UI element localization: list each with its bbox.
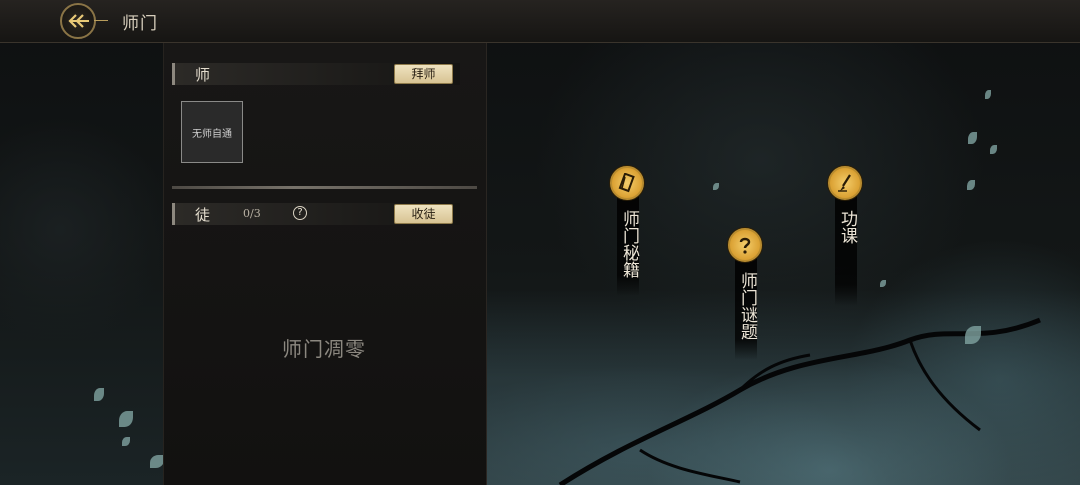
disciple-section-label: 徒 (195, 206, 211, 224)
top-bar: 师门 (0, 0, 1080, 43)
tree-branch-decoration (558, 317, 1041, 485)
page-title: 师门 (122, 14, 158, 34)
help-icon[interactable]: ? (293, 206, 307, 220)
sect-secrets-label: 师门秘籍 (619, 210, 639, 278)
back-button[interactable] (60, 3, 96, 39)
brush-icon (828, 166, 862, 200)
master-card[interactable]: 无师自通 (181, 101, 243, 163)
section-divider (172, 186, 477, 189)
title-accent-line (94, 20, 108, 21)
sect-riddles-label: 师门谜题 (737, 272, 757, 340)
empty-disciples-text: 师门凋零 (282, 337, 366, 361)
homework-label: 功课 (837, 210, 857, 244)
sect-riddles-entry[interactable]: 师门谜题 (724, 228, 768, 360)
master-section-label: 师 (195, 66, 211, 84)
master-card-text: 无师自通 (192, 128, 232, 140)
take-disciple-button[interactable]: 收徒 (394, 204, 453, 224)
sect-secrets-entry[interactable]: 师门秘籍 (606, 166, 650, 296)
disciple-count: 0/3 (243, 207, 261, 220)
homework-entry[interactable]: 功课 (824, 166, 868, 306)
back-arrow-icon (68, 14, 89, 28)
question-icon (728, 228, 762, 262)
find-master-button[interactable]: 拜师 (394, 64, 453, 84)
book-icon (610, 166, 644, 200)
